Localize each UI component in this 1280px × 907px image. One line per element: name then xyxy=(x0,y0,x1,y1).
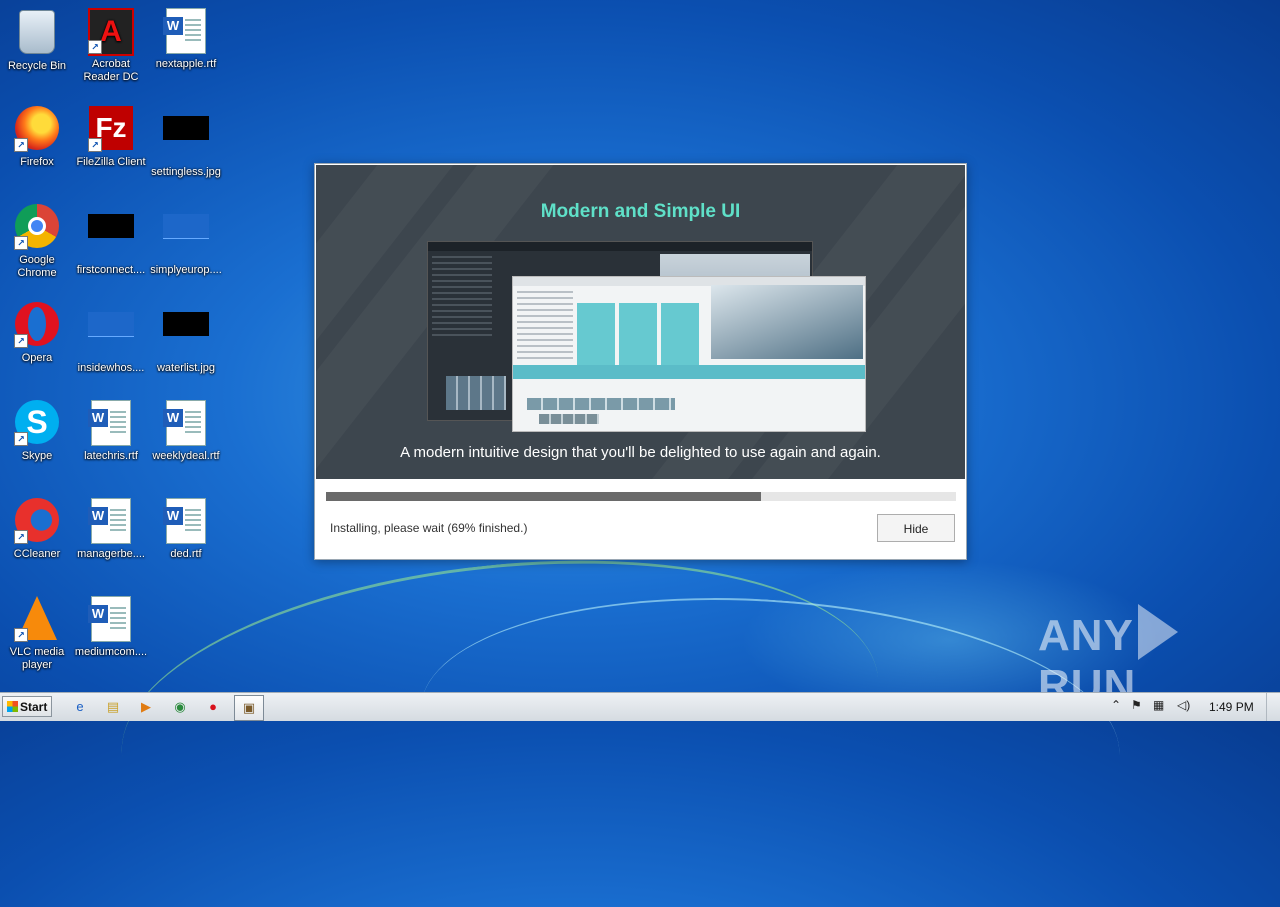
chrome-icon: ↗ xyxy=(14,204,60,250)
desktop-icon-filezilla[interactable]: Fz ↗ FileZilla Client xyxy=(74,106,148,169)
filezilla-icon: Fz ↗ xyxy=(88,106,134,152)
desktop-icon-skype[interactable]: S ↗ Skype xyxy=(0,400,74,463)
desktop-icon-waterlist[interactable]: waterlist.jpg xyxy=(149,302,223,375)
install-progress-fill xyxy=(326,492,761,501)
action-center-flag-icon[interactable]: ⚑ xyxy=(1131,698,1142,712)
image-thumbnail-icon xyxy=(163,214,209,260)
desktop-icon-vlc[interactable]: ↗ VLC media player xyxy=(0,596,74,672)
banner-caption: A modern intuitive design that you'll be… xyxy=(400,444,881,461)
taskbar: Start e ▤ ▶ ◉ ● ▣ ⌃ ⚑ ▦ ◁) 1:49 PM xyxy=(0,692,1280,721)
banner-title: Modern and Simple UI xyxy=(540,201,741,222)
firefox-icon: ↗ xyxy=(14,106,60,152)
show-hidden-icons-icon[interactable]: ⌃ xyxy=(1111,698,1121,712)
word-document-icon: W xyxy=(88,498,134,544)
opera-icon: ↗ xyxy=(14,302,60,348)
desktop-icon-ccleaner[interactable]: ↗ CCleaner xyxy=(0,498,74,561)
acrobat-icon: A ↗ xyxy=(88,8,134,56)
show-desktop-button[interactable] xyxy=(1266,693,1280,721)
word-document-icon: W xyxy=(88,400,134,446)
desktop-icon-insidewhos[interactable]: insidewhos.... xyxy=(74,302,148,375)
desktop-icon-acrobat[interactable]: A ↗ Acrobat Reader DC xyxy=(74,8,148,84)
opera-taskbar-icon[interactable]: ● xyxy=(203,697,223,717)
file-explorer-icon[interactable]: ▤ xyxy=(103,697,123,717)
play-logo-icon xyxy=(1137,604,1178,660)
hide-button[interactable]: Hide xyxy=(877,514,955,542)
image-thumbnail-icon xyxy=(88,214,134,260)
desktop-icon-recycle-bin[interactable]: Recycle Bin xyxy=(0,8,74,73)
desktop-icon-opera[interactable]: ↗ Opera xyxy=(0,302,74,365)
installer-dialog: Modern and Simple UI A modern intuitive … xyxy=(314,163,967,560)
installer-taskbar-button[interactable]: ▣ xyxy=(234,695,264,721)
desktop-icon-firstconnect[interactable]: firstconnect.... xyxy=(74,204,148,277)
media-player-icon[interactable]: ▶ xyxy=(136,697,156,717)
windows-logo-icon xyxy=(7,701,18,712)
recycle-bin-icon xyxy=(14,10,60,56)
install-status-text: Installing, please wait (69% finished.) xyxy=(330,521,528,535)
chrome-taskbar-icon[interactable]: ◉ xyxy=(170,697,190,717)
image-thumbnail-icon xyxy=(163,116,209,162)
internet-explorer-icon[interactable]: e xyxy=(70,697,90,717)
desktop-icon-ded[interactable]: W ded.rtf xyxy=(149,498,223,561)
desktop-icon-simplyeurop[interactable]: simplyeurop.... xyxy=(149,204,223,277)
network-icon[interactable]: ▦ xyxy=(1153,698,1164,712)
ccleaner-icon: ↗ xyxy=(14,498,60,544)
skype-icon: S ↗ xyxy=(14,400,60,446)
start-button[interactable]: Start xyxy=(2,696,52,717)
image-thumbnail-icon xyxy=(88,312,134,358)
installer-banner: Modern and Simple UI A modern intuitive … xyxy=(316,165,965,479)
installer-app-icon: ▣ xyxy=(242,700,256,715)
preview-screenshot-light xyxy=(512,276,866,432)
word-document-icon: W xyxy=(163,498,209,544)
clock[interactable]: 1:49 PM xyxy=(1209,700,1254,714)
word-document-icon: W xyxy=(163,400,209,446)
word-document-icon: W xyxy=(88,596,134,642)
desktop-icon-chrome[interactable]: ↗ Google Chrome xyxy=(0,204,74,280)
desktop-icon-mediumcom[interactable]: W mediumcom.... xyxy=(74,596,148,659)
desktop-icon-weeklydeal[interactable]: W weeklydeal.rtf xyxy=(149,400,223,463)
image-thumbnail-icon xyxy=(163,312,209,358)
desktop-icon-latechris[interactable]: W latechris.rtf xyxy=(74,400,148,463)
volume-icon[interactable]: ◁) xyxy=(1177,698,1190,712)
install-progress-bar xyxy=(326,492,956,501)
desktop-icon-managerbe[interactable]: W managerbe.... xyxy=(74,498,148,561)
desktop-icon-firefox[interactable]: ↗ Firefox xyxy=(0,106,74,169)
desktop-icon-settingless[interactable]: settingless.jpg xyxy=(149,106,223,179)
word-document-icon: W xyxy=(163,8,209,54)
vlc-icon: ↗ xyxy=(14,596,60,642)
desktop-icon-nextapple[interactable]: W nextapple.rtf xyxy=(149,8,223,71)
